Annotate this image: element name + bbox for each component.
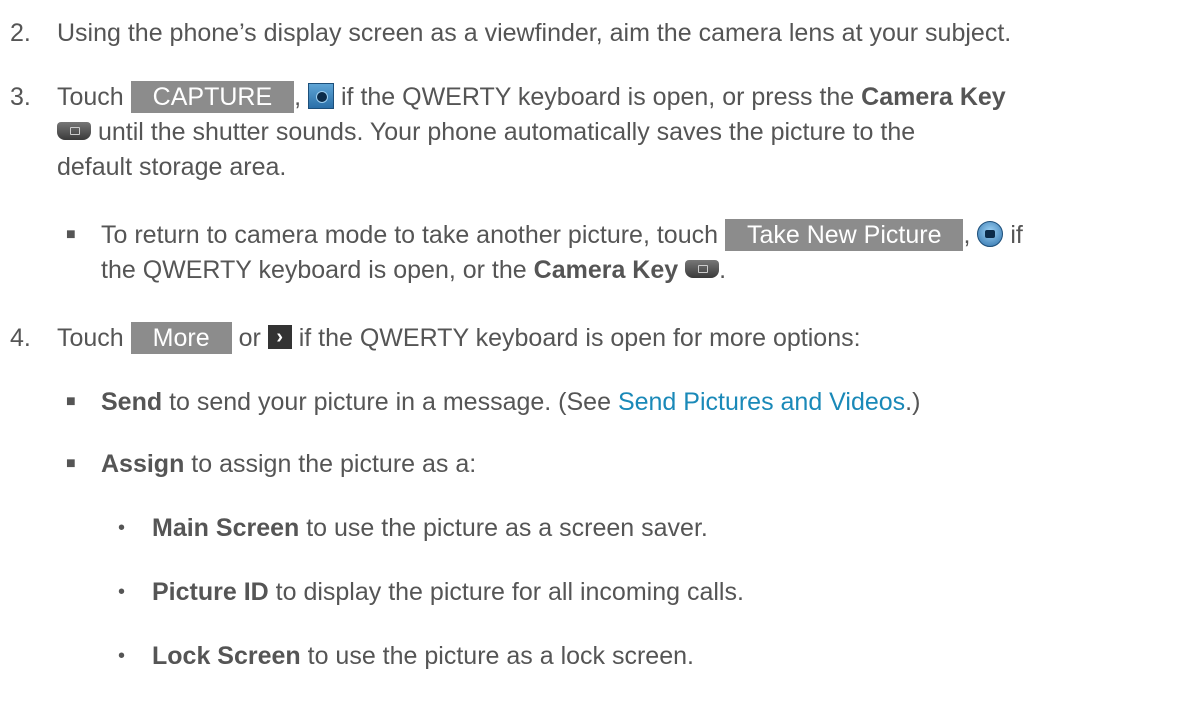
camera-circle-icon[interactable] <box>977 221 1004 248</box>
capture-button[interactable]: CAPTURE <box>130 80 295 113</box>
send-pictures-link[interactable]: Send Pictures and Videos <box>618 388 905 416</box>
more-button[interactable]: More <box>130 321 232 354</box>
step-number: 4. <box>10 324 31 352</box>
take-new-picture-button[interactable]: Take New Picture <box>724 218 964 251</box>
camera-key-icon[interactable] <box>57 122 91 141</box>
bullet-marker: • <box>118 581 126 603</box>
bullet-marker: • <box>118 517 126 539</box>
bullet-take-new-picture-line-2: the QWERTY keyboard is open, or the Came… <box>101 256 727 284</box>
assign-term: Assign <box>101 450 185 478</box>
step-3-line-1: Touch CAPTURE, if the QWERTY keyboard is… <box>57 80 1006 113</box>
step-3-line-2: until the shutter sounds. Your phone aut… <box>57 117 915 147</box>
bullet-marker: ■ <box>66 226 76 243</box>
step-3-line-3: default storage area. <box>57 153 287 181</box>
camera-key-icon[interactable] <box>685 260 720 279</box>
chevron-right-icon[interactable]: › <box>267 325 292 350</box>
send-term: Send <box>101 388 163 416</box>
camera-square-icon[interactable] <box>308 83 335 110</box>
step-text: Using the phone’s display screen as a vi… <box>57 19 1012 47</box>
bullet-marker: • <box>118 645 126 667</box>
camera-key-term: Camera Key <box>861 83 1006 111</box>
camera-key-term: Camera Key <box>533 256 679 284</box>
bullet-marker: ■ <box>66 393 76 410</box>
step-number: 2. <box>10 19 31 47</box>
step-number: 3. <box>10 83 31 111</box>
bullet-marker: ■ <box>66 455 76 472</box>
